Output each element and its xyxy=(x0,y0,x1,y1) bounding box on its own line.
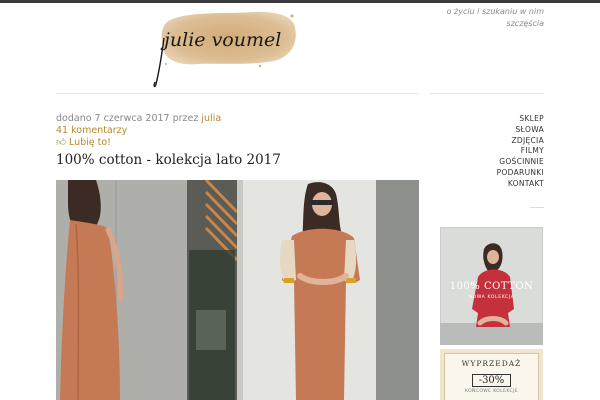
nav-item-sklep[interactable]: SKLEP xyxy=(430,114,544,125)
logo-text: julie voumel xyxy=(160,29,281,51)
nav-item-filmy[interactable]: FILMY xyxy=(430,146,544,157)
site-tagline: o życiu i szukaniu w nim szczęścia xyxy=(446,7,544,28)
logo-graphic: julie voumel xyxy=(153,11,296,88)
banner-sale-title: WYPRZEDAŻ xyxy=(461,359,522,368)
post-title[interactable]: 100% cotton - kolekcja lato 2017 xyxy=(56,152,418,168)
banner-sale-discount: -30% xyxy=(471,374,512,387)
nav-item-kontakt[interactable]: KONTAKT xyxy=(430,179,544,190)
banner-sale-frame: WYPRZEDAŻ -30% KOŃCOWE KOLEKCJE xyxy=(444,353,539,400)
author-link[interactable]: julia xyxy=(201,113,221,124)
thumbs-up-icon: 👍︎ xyxy=(56,137,66,148)
banner-collection[interactable]: 100% COTTON NOWA KOLEKCJA xyxy=(440,227,543,345)
nav-item-slowa[interactable]: SŁOWA xyxy=(430,125,544,136)
like-label: Lubię to! xyxy=(68,137,111,148)
banner-collection-graphic: 100% COTTON NOWA KOLEKCJA xyxy=(440,227,543,345)
comments-link[interactable]: 41 komentarzy xyxy=(56,125,416,137)
post-photo-graphic xyxy=(56,180,419,400)
post-meta: dodano 7 czerwca 2017 przez julia 41 kom… xyxy=(56,113,416,149)
post-date: dodano 7 czerwca 2017 przez xyxy=(56,113,199,124)
header-divider xyxy=(56,93,419,94)
nav-item-zdjecia[interactable]: ZDJĘCIA xyxy=(430,136,544,147)
nav-item-goscinnie[interactable]: GOŚCINNIE xyxy=(430,157,544,168)
nav-item-podarunki[interactable]: PODARUNKI xyxy=(430,168,544,179)
sidebar-header-divider xyxy=(430,93,544,94)
banner-collection-subtitle: NOWA KOLEKCJA xyxy=(469,294,515,300)
banner-collection-title: 100% COTTON xyxy=(450,281,534,292)
site-logo[interactable]: julie voumel xyxy=(150,8,300,90)
banner-sale[interactable]: WYPRZEDAŻ -30% KOŃCOWE KOLEKCJE xyxy=(440,349,543,400)
sidebar-divider xyxy=(530,207,544,208)
banner-sale-subtitle: KOŃCOWE KOLEKCJE xyxy=(464,389,519,394)
like-button[interactable]: 👍︎ Lubię to! xyxy=(56,137,416,149)
post-photo[interactable] xyxy=(56,180,419,400)
top-bar xyxy=(0,0,600,3)
sidebar-nav: SKLEP SŁOWA ZDJĘCIA FILMY GOŚCINNIE PODA… xyxy=(430,114,544,190)
